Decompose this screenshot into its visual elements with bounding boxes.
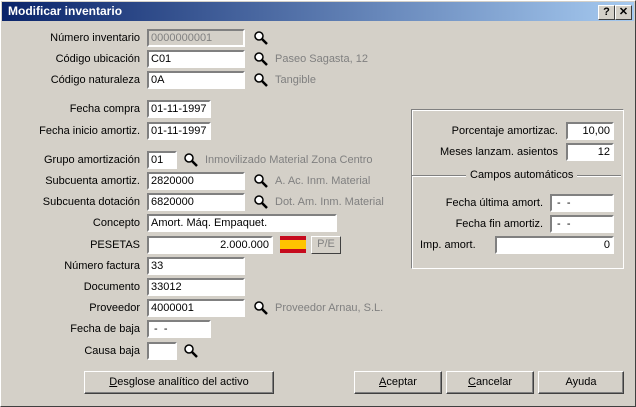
codigo-naturaleza-label: Código naturaleza bbox=[50, 74, 140, 86]
subcuenta-amortiz-label: Subcuenta amortiz. bbox=[45, 175, 140, 187]
search-icon[interactable] bbox=[183, 343, 199, 359]
close-button[interactable]: ✕ bbox=[615, 5, 632, 20]
documento-label: Documento bbox=[83, 281, 140, 293]
currency-toggle-button[interactable]: P/E bbox=[311, 236, 341, 254]
meses-label: Meses lanzam. asientos bbox=[440, 146, 558, 158]
fecha-ultima-label: Fecha última amort. bbox=[445, 197, 543, 209]
pesetas-label: PESETAS bbox=[90, 239, 140, 251]
ayuda-label: Ayuda bbox=[565, 376, 597, 388]
fecha-compra-label: Fecha compra bbox=[69, 103, 140, 115]
numero-factura-field[interactable]: 33 bbox=[147, 257, 245, 275]
subcuenta-amortiz-desc: A. Ac. Inm. Material bbox=[275, 175, 371, 187]
porcentaje-field[interactable]: 10,00 bbox=[566, 122, 614, 140]
fecha-compra-field[interactable]: 01-11-1997 bbox=[147, 100, 211, 118]
proveedor-desc: Proveedor Arnau, S.L. bbox=[275, 302, 384, 314]
cancelar-mnemonic: C bbox=[467, 376, 476, 388]
subcuenta-dotacion-desc: Dot. Am. Inm. Material bbox=[275, 196, 384, 208]
desglose-button[interactable]: Desglose analítico del activo bbox=[84, 371, 274, 394]
causa-baja-field[interactable] bbox=[147, 342, 177, 360]
documento-field[interactable]: 33012 bbox=[147, 278, 245, 296]
search-icon[interactable] bbox=[183, 152, 199, 168]
proveedor-label: Proveedor bbox=[89, 302, 140, 314]
aceptar-label: ceptar bbox=[386, 376, 417, 388]
codigo-naturaleza-field[interactable]: 0A bbox=[147, 71, 245, 89]
causa-baja-label: Causa baja bbox=[84, 345, 140, 357]
fecha-fin-label: Fecha fin amortiz. bbox=[455, 218, 543, 230]
codigo-ubicacion-desc: Paseo Sagasta, 12 bbox=[275, 53, 368, 65]
search-icon[interactable] bbox=[253, 30, 269, 46]
codigo-naturaleza-desc: Tangible bbox=[275, 74, 316, 86]
search-icon[interactable] bbox=[253, 300, 269, 316]
grupo-amortizacion-desc: Inmovilizado Material Zona Centro bbox=[205, 154, 373, 166]
cancelar-button[interactable]: Cancelar bbox=[446, 371, 534, 394]
concepto-field[interactable]: Amort. Máq. Empaquet. bbox=[147, 214, 337, 232]
porcentaje-label: Porcentaje amortizac. bbox=[451, 125, 558, 137]
desglose-label: esglose analítico del activo bbox=[117, 376, 249, 388]
search-icon[interactable] bbox=[253, 72, 269, 88]
fecha-inicio-label: Fecha inicio amortiz. bbox=[39, 125, 140, 137]
fecha-baja-field[interactable]: - - bbox=[147, 320, 211, 338]
search-icon[interactable] bbox=[253, 51, 269, 67]
grupo-amortizacion-label: Grupo amortización bbox=[44, 154, 140, 166]
meses-field[interactable]: 12 bbox=[566, 143, 614, 161]
numero-inventario-field: 0000000001 bbox=[147, 29, 245, 47]
search-icon[interactable] bbox=[253, 173, 269, 189]
spain-flag-icon bbox=[280, 236, 306, 253]
aceptar-button[interactable]: Aceptar bbox=[354, 371, 442, 394]
campos-automaticos-title: Campos automáticos bbox=[466, 169, 578, 181]
proveedor-field[interactable]: 4000001 bbox=[147, 299, 245, 317]
window-title: Modificar inventario bbox=[8, 4, 123, 18]
fecha-baja-label: Fecha de baja bbox=[70, 323, 140, 335]
subcuenta-amortiz-field[interactable]: 2820000 bbox=[147, 172, 245, 190]
fecha-fin-field: - - bbox=[550, 215, 614, 233]
subcuenta-dotacion-label: Subcuenta dotación bbox=[42, 196, 140, 208]
help-button[interactable]: ? bbox=[598, 5, 615, 20]
numero-factura-label: Número factura bbox=[64, 260, 140, 272]
subcuenta-dotacion-field[interactable]: 6820000 bbox=[147, 193, 245, 211]
pesetas-field[interactable]: 2.000.000 bbox=[147, 236, 273, 254]
title-bar: Modificar inventario ? ✕ bbox=[2, 2, 634, 21]
fecha-ultima-field: - - bbox=[550, 194, 614, 212]
fecha-inicio-field[interactable]: 01-11-1997 bbox=[147, 122, 211, 140]
imp-amort-field: 0 bbox=[495, 236, 614, 254]
search-icon[interactable] bbox=[253, 194, 269, 210]
ayuda-button[interactable]: Ayuda bbox=[538, 371, 624, 394]
cancelar-label: ancelar bbox=[475, 376, 513, 388]
codigo-ubicacion-label: Código ubicación bbox=[55, 53, 140, 65]
numero-inventario-label: Número inventario bbox=[50, 32, 140, 44]
dialog-window: Modificar inventario ? ✕ Número inventar… bbox=[0, 0, 636, 407]
concepto-label: Concepto bbox=[92, 217, 140, 229]
imp-amort-label: Imp. amort. bbox=[420, 239, 476, 251]
grupo-amortizacion-field[interactable]: 01 bbox=[147, 151, 177, 169]
codigo-ubicacion-field[interactable]: C01 bbox=[147, 50, 245, 68]
